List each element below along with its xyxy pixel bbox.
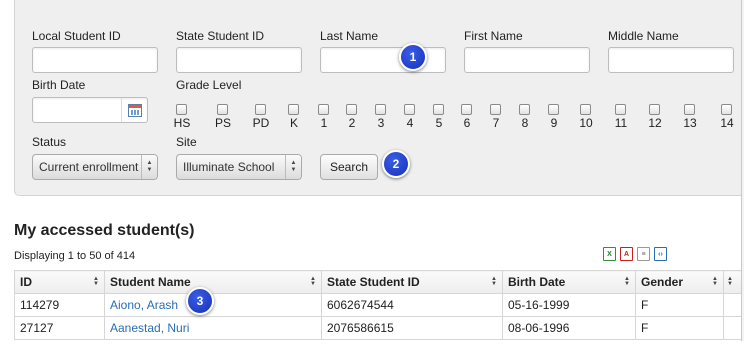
grade-checkbox[interactable] xyxy=(375,104,386,115)
grade-checkbox-label: 10 xyxy=(579,116,593,130)
results-count: Displaying 1 to 50 of 414 xyxy=(14,250,136,262)
page: Local Student ID State Student ID Last N… xyxy=(0,0,744,347)
grade-checkbox[interactable] xyxy=(217,104,228,115)
table-header-row: ID ▲ ▼ Student Name ▲ ▼ State Student ID ▲ ▼ B… xyxy=(14,270,744,294)
middle-name-label: Middle Name xyxy=(608,29,679,43)
table-row: 114279 Aiono, Arash 6062674544 05-16-199… xyxy=(14,293,744,317)
status-label: Status xyxy=(32,135,67,149)
grade-checkbox[interactable] xyxy=(288,104,299,115)
grade-checkbox[interactable] xyxy=(721,104,732,115)
grade-checkbox-label: 13 xyxy=(683,116,697,130)
cell-id: 114279 xyxy=(14,293,105,317)
grade-checkbox[interactable] xyxy=(346,104,357,115)
grade-checkbox[interactable] xyxy=(318,104,329,115)
table-row: 27127 Aanestad, Nuri 2076586615 08-06-19… xyxy=(14,316,744,340)
site-select-value: Illuminate School xyxy=(183,160,275,174)
grade-checkbox-label: 2 xyxy=(348,116,356,130)
grade-checkbox-label: K xyxy=(289,116,298,130)
middle-name-input[interactable] xyxy=(608,47,734,73)
first-name-label: First Name xyxy=(464,29,523,43)
grade-checkbox[interactable] xyxy=(649,104,660,115)
calendar-icon xyxy=(127,103,142,117)
sort-icon: ▲ ▼ xyxy=(712,276,718,287)
status-select[interactable]: Current enrollment ▲ ▼ xyxy=(32,154,158,180)
column-header-gender[interactable]: Gender ▲ ▼ xyxy=(635,270,724,294)
grade-checkbox[interactable] xyxy=(490,104,501,115)
cell-state-id: 6062674544 xyxy=(321,293,503,317)
search-button[interactable]: Search xyxy=(320,154,378,180)
grade-checkbox-label: 5 xyxy=(435,116,443,130)
excel-icon[interactable]: X xyxy=(603,247,616,261)
grade-checkbox-label: 3 xyxy=(377,116,385,130)
cell-student-name: Aanestad, Nuri xyxy=(104,316,322,340)
grade-checkbox[interactable] xyxy=(615,104,626,115)
cell-gender: F xyxy=(635,316,724,340)
site-label: Site xyxy=(176,135,197,149)
last-name-input[interactable] xyxy=(320,47,446,73)
grade-checkbox[interactable] xyxy=(433,104,444,115)
xml-icon[interactable]: ‹› xyxy=(654,247,667,261)
sort-icon: ▲ ▼ xyxy=(624,276,630,287)
grade-checkbox[interactable] xyxy=(255,104,266,115)
grade-checkbox[interactable] xyxy=(461,104,472,115)
select-arrows-icon: ▲ ▼ xyxy=(141,155,157,179)
student-name-link[interactable]: Aanestad, Nuri xyxy=(110,321,189,335)
students-table: ID ▲ ▼ Student Name ▲ ▼ State Student ID ▲ ▼ B… xyxy=(14,270,744,340)
text-icon[interactable]: ≡ xyxy=(637,247,650,261)
sort-icon: ▲ ▼ xyxy=(727,276,733,287)
grade-checkbox[interactable] xyxy=(548,104,559,115)
local-id-input[interactable] xyxy=(32,47,158,73)
callout-badge-3: 3 xyxy=(186,287,214,315)
grade-level-label: Grade Level xyxy=(176,78,242,92)
pdf-icon[interactable]: A xyxy=(620,247,633,261)
grade-checkbox-label: 14 xyxy=(720,116,734,130)
grade-checkbox[interactable] xyxy=(519,104,530,115)
sort-icon: ▲ ▼ xyxy=(310,276,316,287)
select-arrows-icon: ▲ ▼ xyxy=(285,155,301,179)
cell-gender: F xyxy=(635,293,724,317)
grade-checkbox-label: 4 xyxy=(406,116,414,130)
sort-icon: ▲ ▼ xyxy=(93,276,99,287)
column-header-state-student-id[interactable]: State Student ID ▲ ▼ xyxy=(321,270,503,294)
site-select[interactable]: Illuminate School ▲ ▼ xyxy=(176,154,302,180)
grade-checkbox-label: PS xyxy=(214,116,231,130)
grade-checkbox[interactable] xyxy=(404,104,415,115)
last-name-label: Last Name xyxy=(320,29,379,43)
calendar-button[interactable] xyxy=(121,98,147,122)
local-id-label: Local Student ID xyxy=(32,29,121,43)
results-title: My accessed student(s) xyxy=(14,222,195,239)
cell-state-id: 2076586615 xyxy=(321,316,503,340)
state-id-input[interactable] xyxy=(176,47,302,73)
bottom-edge xyxy=(0,341,744,347)
cell-birth-date: 05-16-1999 xyxy=(502,293,636,317)
column-header-student-name[interactable]: Student Name ▲ ▼ xyxy=(104,270,322,294)
student-name-link[interactable]: Aiono, Arash xyxy=(110,298,178,312)
state-id-label: State Student ID xyxy=(176,29,265,43)
grade-checkbox[interactable] xyxy=(684,104,695,115)
status-select-value: Current enrollment xyxy=(39,160,139,174)
sort-icon: ▲ ▼ xyxy=(491,276,497,287)
cell-id: 27127 xyxy=(14,316,105,340)
grade-checkbox[interactable] xyxy=(580,104,591,115)
callout-badge-1: 1 xyxy=(399,43,427,71)
grade-checkbox-label: HS xyxy=(173,116,191,130)
grade-checkbox-label: 9 xyxy=(550,116,558,130)
grade-checkbox-label: 7 xyxy=(492,116,500,130)
column-header-id[interactable]: ID ▲ ▼ xyxy=(14,270,105,294)
callout-badge-2: 2 xyxy=(382,150,410,178)
column-header-birth-date[interactable]: Birth Date ▲ ▼ xyxy=(502,270,636,294)
birth-date-label: Birth Date xyxy=(32,78,86,92)
grade-checkbox-label: 12 xyxy=(648,116,662,130)
cell-birth-date: 08-06-1996 xyxy=(502,316,636,340)
first-name-input[interactable] xyxy=(464,47,590,73)
grade-checkbox-label: 1 xyxy=(320,116,328,130)
grade-checkbox-label: 11 xyxy=(614,116,628,130)
grade-checkbox-label: 8 xyxy=(521,116,529,130)
grade-checkbox-label: PD xyxy=(252,116,270,130)
grade-checkbox-label: 6 xyxy=(463,116,471,130)
grade-checkbox[interactable] xyxy=(176,104,187,115)
